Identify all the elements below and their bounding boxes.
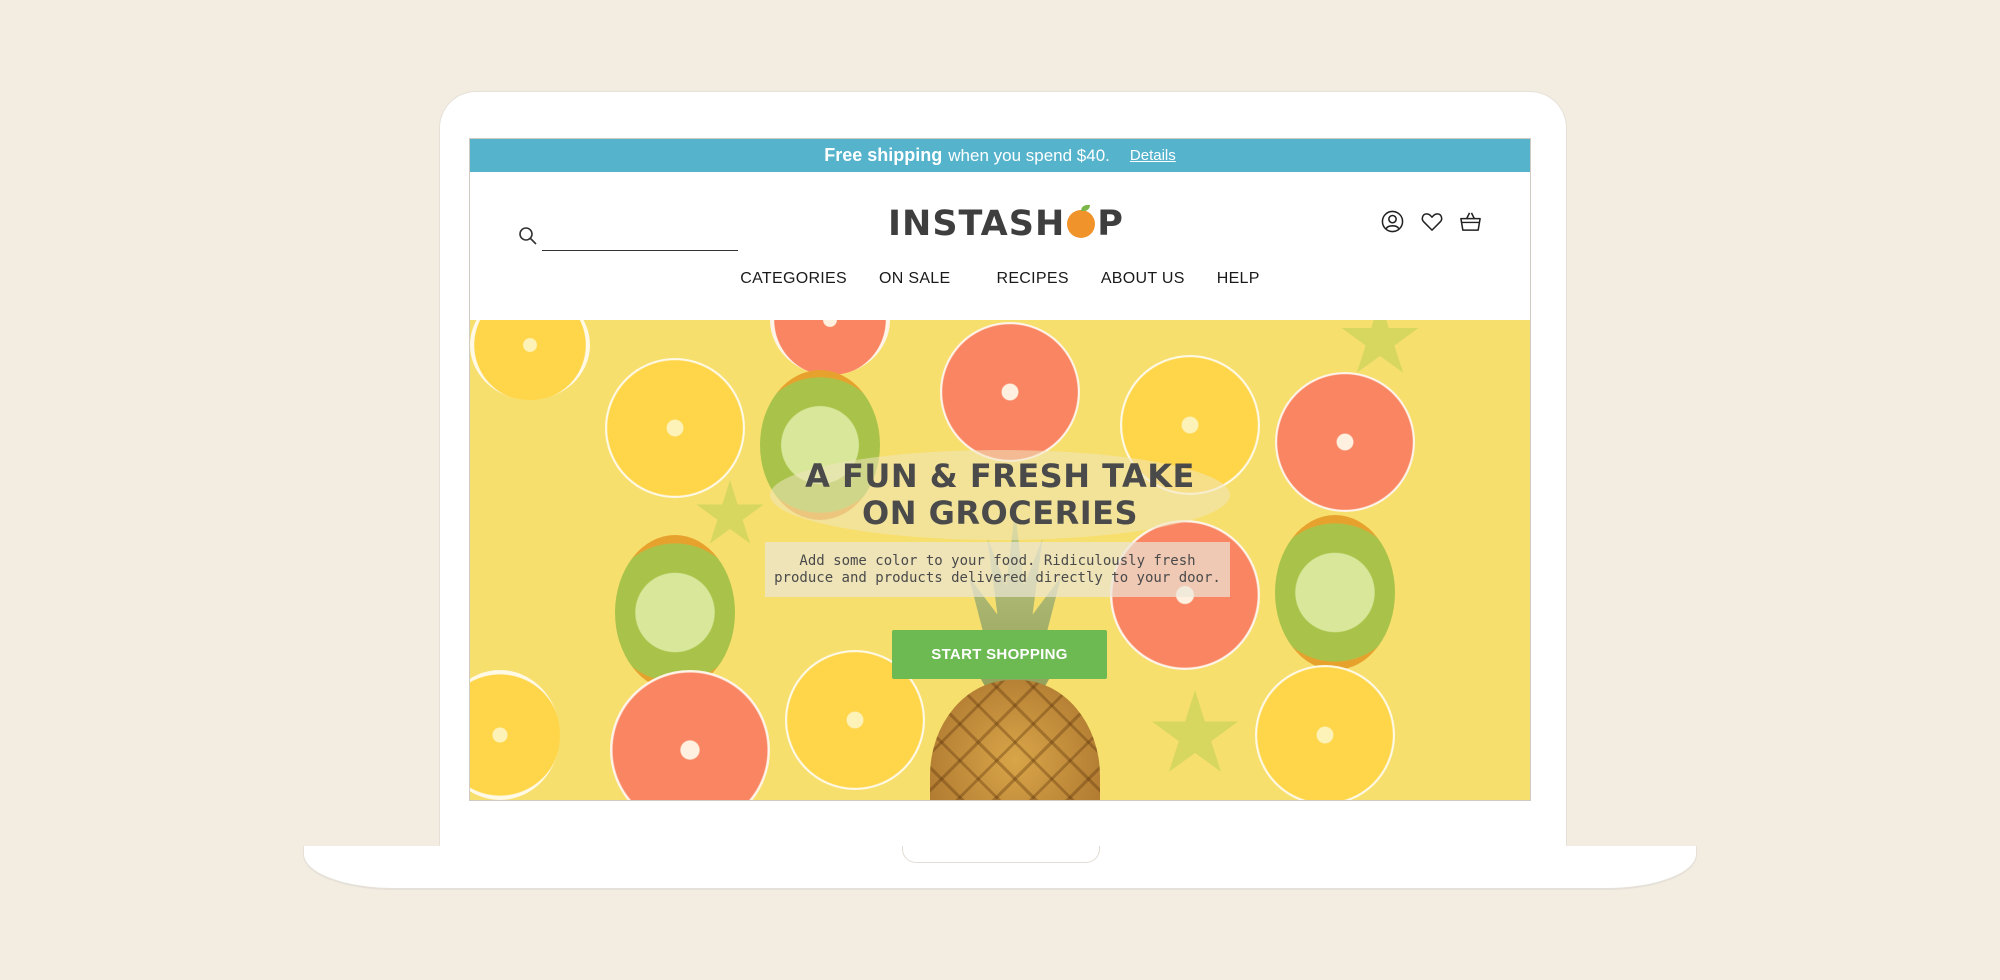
promo-text: when you spend $40. xyxy=(948,145,1110,165)
nav-item-on-sale[interactable]: ON SALE xyxy=(863,270,966,288)
hero-content: A FUN & FRESH TAKE ON GROCERIES Add some… xyxy=(470,320,1530,800)
nav-item-help[interactable]: HELP xyxy=(1201,270,1276,288)
logo-text-prefix: INSTASH xyxy=(888,204,1066,244)
nav-item-about-us[interactable]: ABOUT US xyxy=(1085,270,1201,288)
search-input[interactable] xyxy=(542,226,738,251)
search-bar xyxy=(518,226,738,251)
site-logo[interactable]: INSTASH P xyxy=(888,202,1124,246)
start-shopping-button[interactable]: START SHOPPING xyxy=(892,630,1107,679)
promo-strong-text: Free shipping xyxy=(824,145,943,165)
orange-logo-icon xyxy=(1067,205,1096,238)
hero-title-line-2: ON GROCERIES xyxy=(861,494,1139,532)
nav-item-categories[interactable]: CATEGORIES xyxy=(724,270,863,288)
site-header: INSTASH P CATEGORIES ON SALE RECIPES ABO… xyxy=(470,172,1530,320)
wishlist-heart-icon[interactable] xyxy=(1420,210,1443,233)
nav-item-recipes[interactable]: RECIPES xyxy=(980,270,1084,288)
search-icon[interactable] xyxy=(518,226,538,251)
cart-basket-icon[interactable] xyxy=(1459,210,1482,233)
website-screen: Free shipping when you spend $40. Detail… xyxy=(469,138,1531,801)
logo-text-suffix: P xyxy=(1097,204,1124,244)
hero-banner: A FUN & FRESH TAKE ON GROCERIES Add some… xyxy=(470,320,1530,800)
hero-title-line-1: A FUN & FRESH TAKE xyxy=(805,457,1195,495)
promo-details-link[interactable]: Details xyxy=(1130,147,1176,164)
header-icons xyxy=(1381,210,1482,233)
hero-subtitle: Add some color to your food. Ridiculousl… xyxy=(765,542,1230,597)
promo-bar: Free shipping when you spend $40. Detail… xyxy=(470,139,1530,172)
account-icon[interactable] xyxy=(1381,210,1404,233)
laptop-notch xyxy=(902,846,1100,863)
main-nav: CATEGORIES ON SALE RECIPES ABOUT US HELP xyxy=(470,270,1530,288)
hero-title: A FUN & FRESH TAKE ON GROCERIES xyxy=(770,450,1230,540)
